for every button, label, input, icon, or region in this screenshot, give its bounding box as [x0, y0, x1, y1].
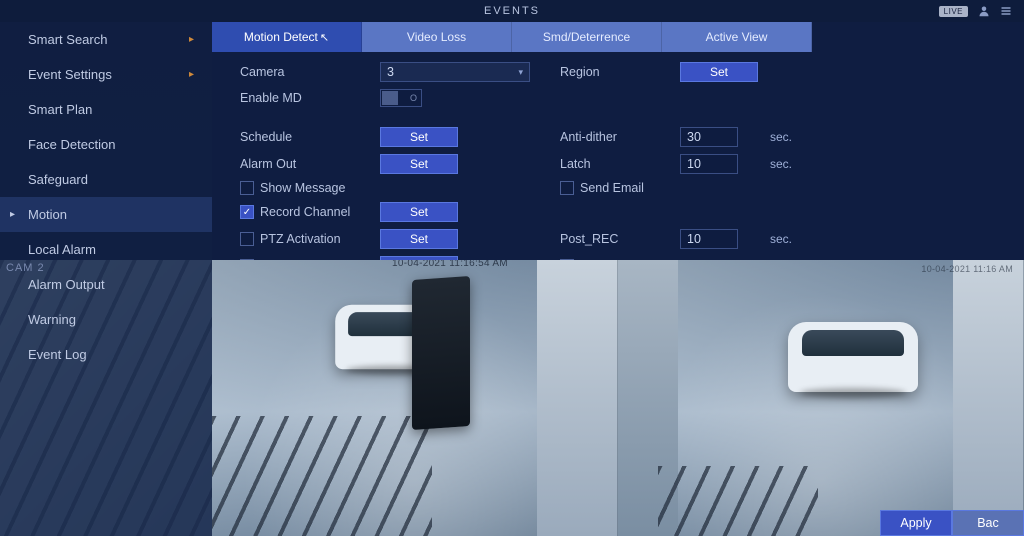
topbar: EVENTS LIVE [0, 0, 1024, 22]
camera-label: Camera [240, 65, 380, 79]
sidebar-item-label: Local Alarm [28, 242, 96, 257]
schedule-set-button[interactable]: Set [380, 127, 458, 147]
unit-sec: sec. [770, 130, 810, 144]
chevron-down-icon: ▾ [518, 67, 523, 78]
sidebar-item-label: Motion [28, 207, 67, 222]
anti-dither-input[interactable]: 30 [680, 127, 738, 147]
video-grid: 10-04-2021 11:16:54 AM 10-04-2021 11:16 … [212, 260, 1024, 536]
tab-motion-detect[interactable]: Motion Detect↖ [212, 22, 362, 52]
schedule-label: Schedule [240, 130, 380, 144]
sidebar-item-label: Event Log [28, 347, 87, 362]
timestamp-right: 10-04-2021 11:16 AM [921, 264, 1013, 274]
region-set-button[interactable]: Set [680, 62, 758, 82]
sidebar: Smart Search Event Settings Smart Plan F… [0, 22, 212, 536]
alarm-out-set-button[interactable]: Set [380, 154, 458, 174]
sidebar-item-label: Warning [28, 312, 76, 327]
topbar-right: LIVE [939, 5, 1012, 17]
unit-sec: sec. [770, 232, 810, 246]
send-email-checkbox[interactable] [560, 181, 574, 195]
show-message-checkbox[interactable] [240, 181, 254, 195]
sidebar-item-motion[interactable]: Motion [0, 197, 212, 232]
post-rec-input[interactable]: 10 [680, 229, 738, 249]
sidebar-item-label: Event Settings [28, 67, 112, 82]
send-email-label: Send Email [580, 181, 644, 195]
live-badge[interactable]: LIVE [939, 6, 968, 17]
video-feed-left[interactable]: 10-04-2021 11:16:54 AM [212, 260, 618, 536]
toggle-knob [382, 91, 398, 105]
sidebar-item-event-log[interactable]: Event Log [0, 337, 212, 372]
tab-label: Video Loss [407, 30, 466, 44]
tab-video-loss[interactable]: Video Loss [362, 22, 512, 52]
sidebar-item-smart-plan[interactable]: Smart Plan [0, 92, 212, 127]
region-label: Region [560, 65, 680, 79]
latch-input[interactable]: 10 [680, 154, 738, 174]
screen: EVENTS LIVE Smart Search Event Settings … [0, 0, 1024, 536]
video-feed-right[interactable]: 10-04-2021 11:16 AM [618, 260, 1024, 536]
record-channel-row[interactable]: Record Channel [240, 205, 380, 219]
record-channel-set-button[interactable]: Set [380, 202, 458, 222]
sidebar-item-event-settings[interactable]: Event Settings [0, 57, 212, 92]
ptz-activation-label: PTZ Activation [260, 232, 341, 246]
page-title: EVENTS [484, 5, 540, 17]
latch-label: Latch [560, 157, 680, 171]
camera-value: 3 [387, 65, 394, 79]
anti-dither-label: Anti-dither [560, 130, 680, 144]
tab-label: Smd/Deterrence [543, 30, 630, 44]
footer-buttons: Apply Bac [880, 510, 1024, 536]
apply-button[interactable]: Apply [880, 510, 952, 536]
record-channel-label: Record Channel [260, 205, 350, 219]
back-button[interactable]: Bac [952, 510, 1024, 536]
camera-overlay-label: CAM 2 [6, 262, 45, 274]
tab-label: Motion Detect [244, 30, 318, 44]
post-rec-label: Post_REC [560, 232, 680, 246]
enable-md-label: Enable MD [240, 91, 380, 105]
sidebar-item-face-detection[interactable]: Face Detection [0, 127, 212, 162]
tabs: Motion Detect↖ Video Loss Smd/Deterrence… [212, 22, 1024, 52]
record-channel-checkbox[interactable] [240, 205, 254, 219]
cursor-icon: ↖ [320, 31, 329, 44]
sidebar-item-label: Alarm Output [28, 277, 105, 292]
tab-smd-deterrence[interactable]: Smd/Deterrence [512, 22, 662, 52]
ptz-activation-row[interactable]: PTZ Activation [240, 232, 380, 246]
enable-md-toggle[interactable]: O [380, 89, 422, 107]
tab-label: Active View [706, 30, 768, 44]
user-icon[interactable] [978, 5, 990, 17]
show-message-row[interactable]: Show Message [240, 181, 380, 195]
alarm-out-label: Alarm Out [240, 157, 380, 171]
sidebar-item-label: Face Detection [28, 137, 115, 152]
sidebar-item-label: Smart Plan [28, 102, 92, 117]
sidebar-item-smart-search[interactable]: Smart Search [0, 22, 212, 57]
sidebar-item-label: Safeguard [28, 172, 88, 187]
send-email-row[interactable]: Send Email [560, 181, 680, 195]
camera-select[interactable]: 3 ▾ [380, 62, 530, 82]
ptz-set-button[interactable]: Set [380, 229, 458, 249]
timestamp-left: 10-04-2021 11:16:54 AM [392, 260, 508, 269]
sidebar-item-safeguard[interactable]: Safeguard [0, 162, 212, 197]
ptz-activation-checkbox[interactable] [240, 232, 254, 246]
menu-icon[interactable] [1000, 5, 1012, 17]
sidebar-item-label: Smart Search [28, 32, 107, 47]
settings-panel: Motion Detect↖ Video Loss Smd/Deterrence… [212, 22, 1024, 260]
sidebar-item-warning[interactable]: Warning [0, 302, 212, 337]
show-message-label: Show Message [260, 181, 345, 195]
unit-sec: sec. [770, 157, 810, 171]
tab-active-view[interactable]: Active View [662, 22, 812, 52]
